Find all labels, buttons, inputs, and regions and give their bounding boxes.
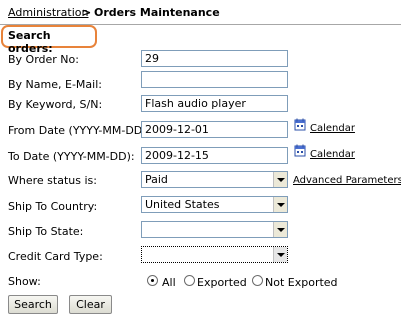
to-date-label: To Date (YYYY-MM-DD): [8, 150, 135, 163]
status-label: Where status is: [8, 174, 97, 187]
section-title: Search orders: [8, 29, 53, 55]
show-not-exported-radio[interactable] [252, 275, 263, 286]
order-no-label: By Order No: [8, 53, 79, 66]
country-label: Ship To Country: [8, 200, 98, 213]
to-date-input[interactable]: 2009-12-15 [141, 147, 288, 164]
search-button[interactable]: Search [8, 295, 58, 314]
chevron-down-icon[interactable] [273, 197, 287, 212]
search-orders-heading: Search orders: [1, 25, 97, 55]
order-no-input[interactable]: 29 [141, 50, 288, 67]
chevron-down-icon[interactable] [273, 222, 287, 237]
show-label: Show: [8, 275, 41, 288]
calendar-icon [294, 144, 306, 157]
show-all-radio[interactable] [147, 275, 158, 286]
breadcrumb: Administration > Orders Maintenance [0, 0, 401, 25]
from-date-label: From Date (YYYY-MM-DD): [8, 124, 151, 137]
show-exported-label[interactable]: Exported [197, 276, 247, 289]
calendar-label: Calendar [310, 123, 355, 134]
keyword-input[interactable]: Flash audio player [141, 95, 288, 112]
from-date-input[interactable]: 2009-12-01 [141, 121, 288, 138]
breadcrumb-administration-link[interactable]: Administration [8, 6, 89, 19]
name-email-label: By Name, E-Mail: [8, 78, 102, 91]
status-select-value: Paid [145, 173, 168, 186]
chevron-down-icon[interactable] [273, 247, 287, 262]
card-type-select[interactable] [141, 246, 288, 263]
breadcrumb-current: Orders Maintenance [94, 6, 220, 19]
keyword-label: By Keyword, S/N: [8, 98, 103, 111]
advanced-parameters-link[interactable]: Advanced Parameters [293, 175, 401, 186]
calendar-icon [294, 118, 306, 131]
name-email-input[interactable] [141, 71, 288, 88]
show-not-exported-label[interactable]: Not Exported [265, 276, 338, 289]
calendar-label: Calendar [310, 149, 355, 160]
chevron-down-icon[interactable] [273, 172, 287, 187]
country-select[interactable]: United States [141, 196, 288, 213]
state-select[interactable] [141, 221, 288, 238]
card-type-label: Credit Card Type: [8, 250, 103, 263]
clear-button[interactable]: Clear [69, 295, 112, 314]
state-label: Ship To State: [8, 225, 84, 238]
status-select[interactable]: Paid [141, 171, 288, 188]
breadcrumb-separator: > [82, 6, 92, 19]
show-exported-radio[interactable] [184, 275, 195, 286]
show-all-label[interactable]: All [162, 276, 176, 289]
country-select-value: United States [145, 198, 220, 211]
